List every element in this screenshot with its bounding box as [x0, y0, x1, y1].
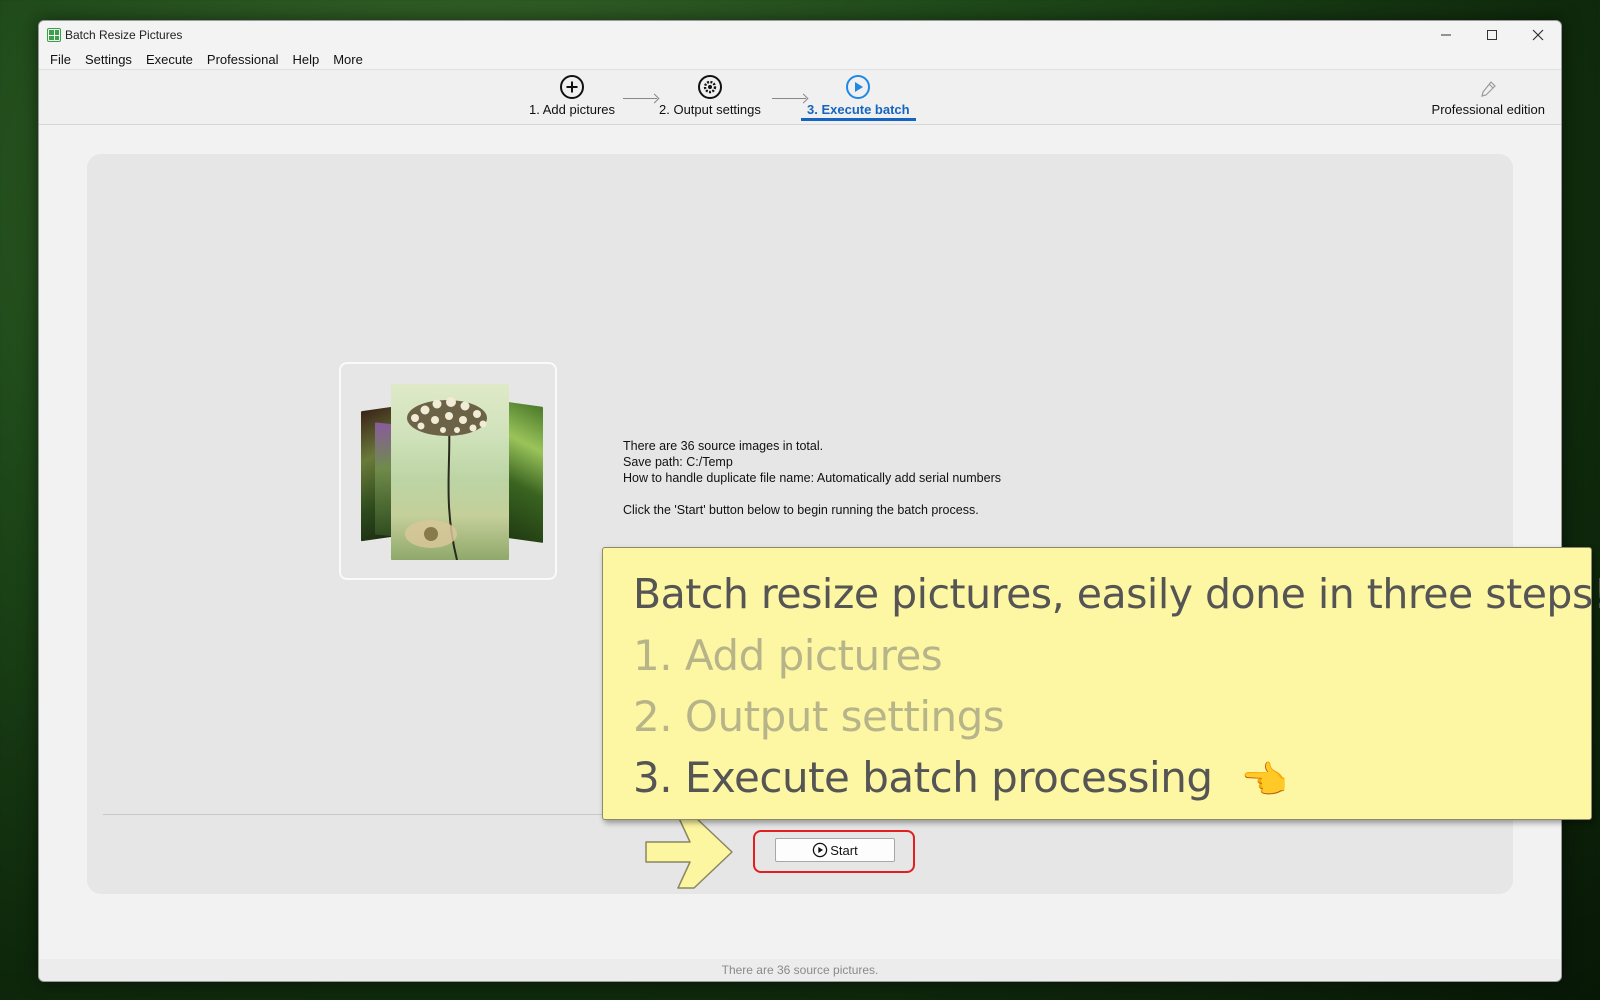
step-arrow — [623, 98, 657, 99]
tab-label: 3. Execute batch — [801, 102, 916, 121]
summary-duplicate-handling: How to handle duplicate file name: Autom… — [623, 471, 1001, 485]
callout-headline: Batch resize pictures, easily done in th… — [633, 570, 1600, 618]
callout-step-1: 1. Add pictures — [633, 631, 943, 680]
title-bar: Batch Resize Pictures — [39, 21, 1561, 49]
close-icon — [1532, 29, 1544, 41]
menu-more[interactable]: More — [326, 52, 370, 67]
gear-circle-icon — [697, 75, 722, 99]
start-button-label: Start — [830, 842, 858, 858]
play-circle-icon — [846, 75, 871, 99]
app-window: Batch Resize Pictures File Settings Exec… — [38, 20, 1562, 982]
menu-file[interactable]: File — [43, 52, 78, 67]
tab-add-pictures[interactable]: 1. Add pictures — [529, 74, 615, 117]
maximize-button[interactable] — [1469, 21, 1515, 49]
promo-callout: Batch resize pictures, easily done in th… — [602, 547, 1600, 820]
flower-photo — [391, 384, 509, 560]
tab-execute-batch[interactable]: 3. Execute batch — [801, 74, 916, 121]
start-button[interactable]: Start — [775, 838, 895, 862]
app-icon — [47, 28, 61, 42]
menu-help[interactable]: Help — [285, 52, 326, 67]
plus-circle-icon — [560, 75, 584, 99]
callout-step-3-row: 3. Execute batch processing 👈 — [633, 747, 1591, 811]
maximize-icon — [1487, 30, 1497, 40]
flower-illustration — [405, 397, 487, 560]
tab-label: 1. Add pictures — [529, 102, 615, 117]
batch-summary: There are 36 source images in total. Sav… — [623, 438, 1001, 518]
callout-step-3: 3. Execute batch processing — [633, 753, 1213, 802]
step-navigation: 1. Add pictures 2. Output settings 3. Ex… — [39, 69, 1561, 125]
professional-edition[interactable]: Professional edition — [1432, 76, 1545, 117]
summary-instruction: Click the 'Start' button below to begin … — [623, 503, 979, 517]
menu-professional[interactable]: Professional — [200, 52, 286, 67]
menu-bar: File Settings Execute Professional Help … — [39, 49, 1561, 69]
minimize-button[interactable] — [1423, 21, 1469, 49]
menu-settings[interactable]: Settings — [78, 52, 139, 67]
window-title: Batch Resize Pictures — [65, 28, 183, 42]
play-circle-icon — [813, 842, 828, 858]
arrow-right-icon — [645, 815, 733, 889]
summary-total: There are 36 source images in total. — [623, 439, 824, 453]
tab-output-settings[interactable]: 2. Output settings — [659, 74, 761, 117]
close-button[interactable] — [1515, 21, 1561, 49]
pen-icon — [1481, 81, 1497, 97]
status-bar: There are 36 source pictures. — [39, 959, 1561, 981]
minimize-icon — [1441, 34, 1451, 36]
pointing-hand-icon: 👈 — [1240, 758, 1288, 802]
menu-execute[interactable]: Execute — [139, 52, 200, 67]
preview-thumbnail — [339, 362, 557, 580]
summary-save-path: Save path: C:/Temp — [623, 455, 733, 469]
professional-edition-label: Professional edition — [1431, 102, 1545, 117]
callout-step-2: 2. Output settings — [633, 692, 1005, 741]
tab-label: 2. Output settings — [659, 102, 761, 117]
